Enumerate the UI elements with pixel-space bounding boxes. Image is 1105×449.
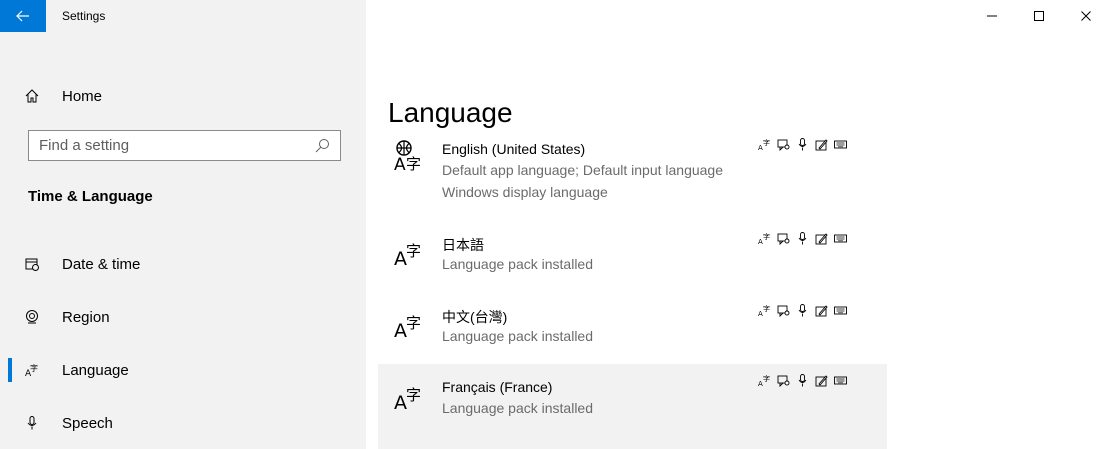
- language-name: 日本語: [442, 237, 484, 253]
- display-language-icon: A字: [758, 232, 771, 245]
- search-placeholder: Find a setting: [39, 137, 130, 154]
- svg-text:字: 字: [406, 242, 421, 260]
- language-name: English (United States): [442, 141, 586, 157]
- search-icon: [314, 138, 330, 154]
- keyboard-icon: [834, 232, 847, 245]
- svg-text:字: 字: [406, 314, 421, 332]
- sidebar-item-label: Date & time: [62, 255, 141, 273]
- maximize-button[interactable]: [1016, 0, 1062, 32]
- display-language-icon: A字: [758, 138, 771, 151]
- language-detail: Language pack installed: [442, 256, 594, 272]
- section-title: Time & Language: [28, 188, 153, 205]
- language-item-japanese[interactable]: A 字 日本語 Language pack installed A字: [378, 222, 887, 290]
- handwriting-icon: [815, 138, 828, 151]
- sidebar-item-speech[interactable]: Speech: [0, 403, 366, 443]
- svg-text:A: A: [394, 155, 406, 175]
- keyboard-icon: [834, 304, 847, 317]
- globe-language-icon: A 字: [392, 138, 432, 178]
- feature-icons: A字: [758, 232, 847, 245]
- language-name: Français (France): [442, 379, 553, 395]
- svg-text:字: 字: [763, 232, 770, 241]
- text-to-speech-icon: [777, 138, 790, 151]
- active-indicator: [8, 358, 12, 382]
- svg-text:字: 字: [406, 386, 421, 404]
- language-icon: A 字: [392, 304, 432, 344]
- keyboard-icon: [834, 138, 847, 151]
- svg-text:字: 字: [763, 374, 770, 383]
- feature-icons: A字: [758, 138, 847, 151]
- sidebar-item-label: Language: [62, 361, 129, 379]
- sidebar-item-region[interactable]: Region: [0, 297, 366, 337]
- language-icon: A 字: [392, 232, 432, 272]
- feature-icons: A字: [758, 374, 847, 387]
- back-button[interactable]: [0, 0, 46, 32]
- globe-icon: [22, 309, 42, 325]
- titlebar: Settings: [0, 0, 366, 32]
- language-icon: A 字: [22, 362, 42, 378]
- language-detail: Language pack installed: [442, 328, 594, 344]
- minimize-icon: [987, 15, 997, 17]
- language-item-chinese[interactable]: A 字 中文(台灣) Language pack installed A字: [378, 294, 887, 362]
- display-language-icon: A字: [758, 304, 771, 317]
- speech-recognition-icon: [796, 232, 809, 245]
- text-to-speech-icon: [777, 232, 790, 245]
- svg-text:字: 字: [763, 138, 770, 147]
- calendar-clock-icon: [22, 256, 42, 272]
- page-title: Language: [388, 96, 513, 128]
- app-title: Settings: [62, 9, 106, 23]
- speech-recognition-icon: [796, 138, 809, 151]
- text-to-speech-icon: [777, 374, 790, 387]
- language-item-french[interactable]: A 字 Français (France) Language pack inst…: [378, 364, 887, 449]
- svg-text:字: 字: [406, 155, 421, 173]
- display-language-icon: A字: [758, 374, 771, 387]
- search-input[interactable]: Find a setting: [28, 130, 341, 161]
- minimize-button[interactable]: [969, 0, 1015, 32]
- language-item-english[interactable]: A 字 English (United States) Default app …: [378, 126, 887, 216]
- sidebar: Settings Home Find a setting Time & Lang…: [0, 0, 366, 449]
- feature-icons: A字: [758, 304, 847, 317]
- maximize-icon: [1034, 11, 1044, 21]
- back-arrow-icon: [16, 10, 29, 22]
- microphone-icon: [22, 415, 42, 431]
- language-detail: Language pack installed: [442, 400, 594, 416]
- home-label: Home: [62, 87, 103, 105]
- sidebar-item-label: Region: [62, 308, 110, 326]
- close-button[interactable]: [1063, 0, 1105, 32]
- handwriting-icon: [815, 304, 828, 317]
- language-name: 中文(台灣): [442, 309, 508, 325]
- language-icon: A 字: [392, 376, 432, 416]
- svg-text:字: 字: [763, 304, 770, 313]
- language-detail: Default app language; Default input lang…: [442, 162, 723, 178]
- close-icon: [1081, 11, 1091, 21]
- language-detail: Windows display language: [442, 184, 608, 200]
- sidebar-item-label: Speech: [62, 414, 113, 432]
- svg-text:字: 字: [30, 363, 38, 373]
- keyboard-icon: [834, 374, 847, 387]
- home-icon: [22, 88, 42, 104]
- speech-recognition-icon: [796, 304, 809, 317]
- handwriting-icon: [815, 232, 828, 245]
- sidebar-item-language[interactable]: A 字 Language: [0, 350, 366, 390]
- sidebar-item-date-time[interactable]: Date & time: [0, 244, 366, 284]
- text-to-speech-icon: [777, 304, 790, 317]
- sidebar-item-home[interactable]: Home: [0, 80, 366, 112]
- handwriting-icon: [815, 374, 828, 387]
- speech-recognition-icon: [796, 374, 809, 387]
